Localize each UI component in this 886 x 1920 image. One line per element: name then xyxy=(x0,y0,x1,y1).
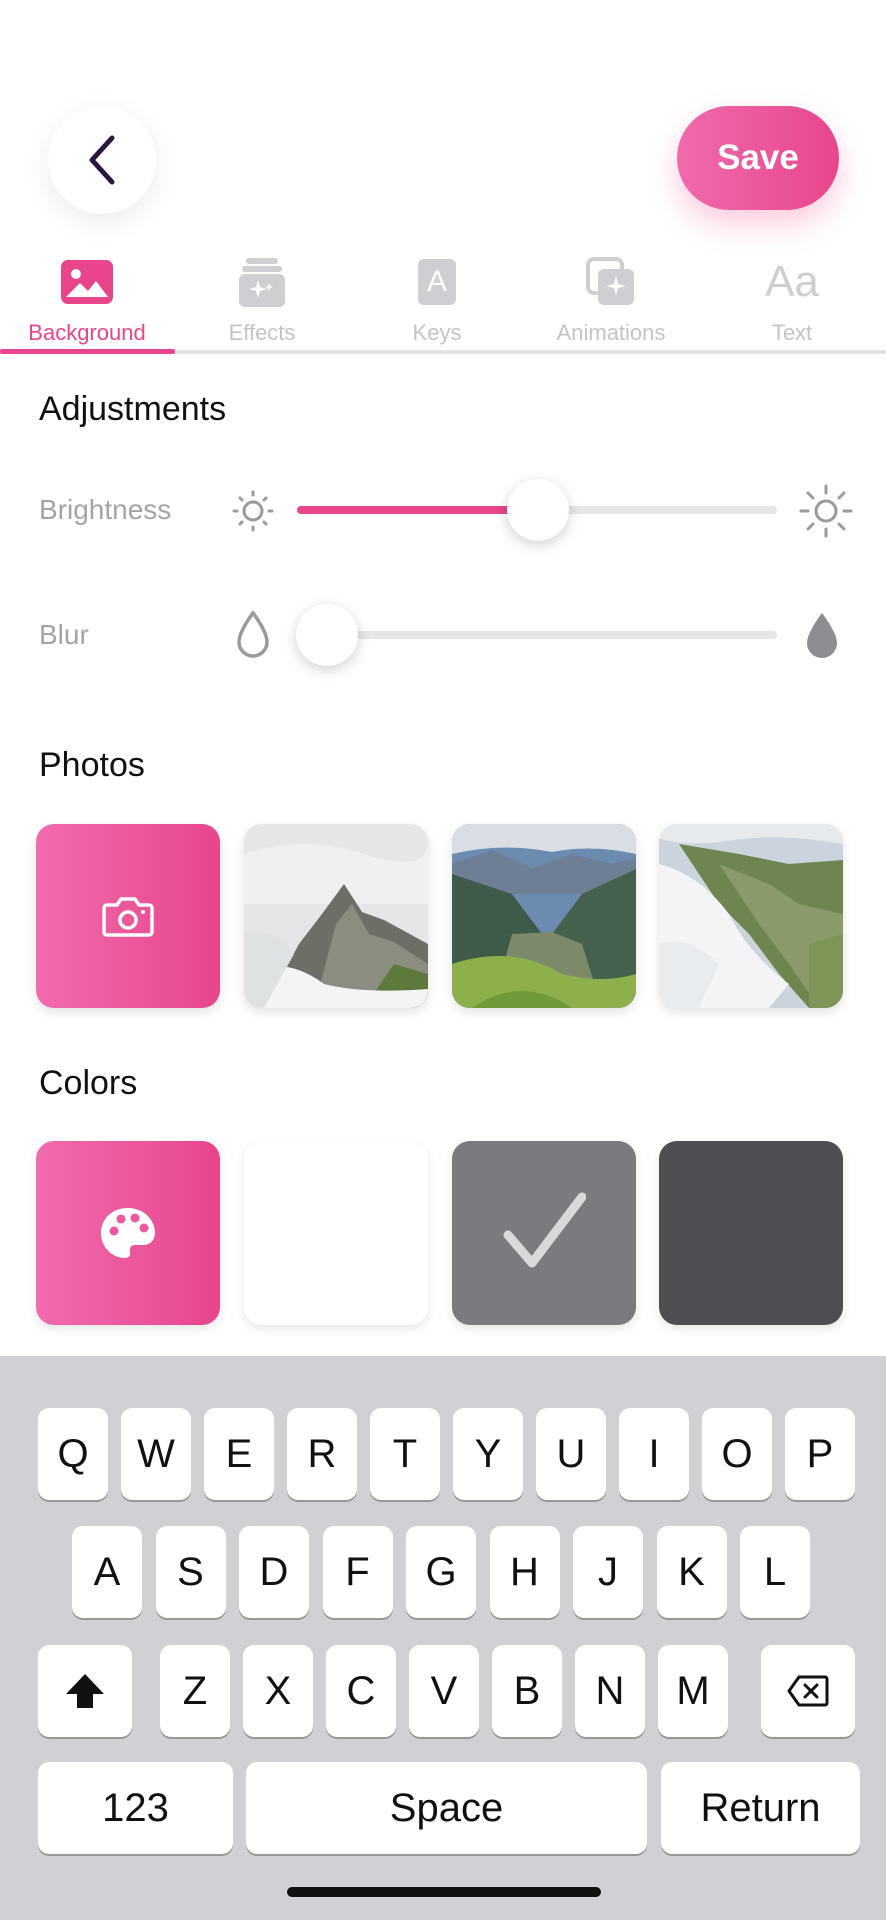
key-n[interactable]: N xyxy=(575,1645,645,1737)
key-p[interactable]: P xyxy=(785,1408,855,1500)
photo-thumbnail[interactable] xyxy=(452,824,636,1008)
key-w[interactable]: W xyxy=(121,1408,191,1500)
numbers-key[interactable]: 123 xyxy=(38,1762,233,1854)
colors-heading: Colors xyxy=(39,1064,138,1102)
key-k[interactable]: K xyxy=(656,1526,727,1618)
animations-icon xyxy=(583,256,639,308)
tab-label: Effects xyxy=(228,320,296,345)
home-indicator xyxy=(287,1887,601,1897)
checkmark-icon xyxy=(503,1192,586,1268)
delete-icon xyxy=(787,1675,829,1707)
effects-icon xyxy=(234,256,290,308)
key-z[interactable]: Z xyxy=(160,1645,230,1737)
backspace-key[interactable] xyxy=(761,1645,855,1737)
photo-thumbnail[interactable] xyxy=(244,824,428,1008)
key-b[interactable]: B xyxy=(492,1645,562,1737)
shift-arrow-icon xyxy=(66,1674,104,1708)
key-a[interactable]: A xyxy=(72,1526,142,1618)
key-j[interactable]: J xyxy=(573,1526,643,1618)
text-aa-icon: Aa xyxy=(764,256,820,308)
key-g[interactable]: G xyxy=(406,1526,476,1618)
key-letter-icon: A xyxy=(409,256,465,308)
color-swatch-dark-gray[interactable] xyxy=(659,1141,843,1325)
back-button[interactable] xyxy=(48,106,156,214)
key-e[interactable]: E xyxy=(204,1408,274,1500)
shift-key[interactable] xyxy=(38,1645,132,1737)
brightness-low-icon xyxy=(232,490,274,532)
key-t[interactable]: T xyxy=(370,1408,440,1500)
brightness-label: Brightness xyxy=(39,494,172,525)
palette-icon xyxy=(101,1208,155,1258)
photos-heading: Photos xyxy=(39,746,145,784)
key-q[interactable]: Q xyxy=(38,1408,108,1500)
key-u[interactable]: U xyxy=(536,1408,606,1500)
blur-high-icon xyxy=(807,613,837,658)
mountain-fog-photo xyxy=(244,824,428,1008)
return-key[interactable]: Return xyxy=(661,1762,860,1854)
tab-animations[interactable]: Animations xyxy=(526,256,696,346)
save-button[interactable]: Save xyxy=(677,106,839,210)
brightness-high-icon xyxy=(799,484,853,538)
tab-effects[interactable]: Effects xyxy=(177,256,347,346)
blur-slider-thumb[interactable] xyxy=(296,604,358,666)
tab-label: Keys xyxy=(412,320,462,345)
custom-color-button[interactable] xyxy=(36,1141,220,1325)
key-f[interactable]: F xyxy=(322,1526,393,1618)
color-swatch-white[interactable] xyxy=(244,1141,428,1325)
text-glyph: Aa xyxy=(765,257,819,306)
blur-low-icon xyxy=(237,610,269,658)
key-glyph: A xyxy=(418,259,456,305)
brightness-slider-thumb[interactable] xyxy=(507,479,569,541)
blur-label: Blur xyxy=(39,619,89,650)
tab-active-indicator xyxy=(0,349,175,354)
add-photo-button[interactable] xyxy=(36,824,220,1008)
key-r[interactable]: R xyxy=(287,1408,357,1500)
key-h[interactable]: H xyxy=(489,1526,560,1618)
color-swatch-gray[interactable] xyxy=(452,1141,636,1325)
key-i[interactable]: I xyxy=(619,1408,689,1500)
key-x[interactable]: X xyxy=(243,1645,313,1737)
key-m[interactable]: M xyxy=(658,1645,728,1737)
tab-label: Background xyxy=(28,320,146,345)
tab-background[interactable]: Background xyxy=(2,256,172,346)
key-v[interactable]: V xyxy=(409,1645,479,1737)
key-l[interactable]: L xyxy=(740,1526,810,1618)
key-s[interactable]: S xyxy=(155,1526,226,1618)
valley-photo xyxy=(452,824,636,1008)
blur-slider[interactable] xyxy=(297,631,777,639)
tab-keys[interactable]: A Keys xyxy=(352,256,522,346)
tab-text[interactable]: Aa Text xyxy=(707,256,877,346)
tab-label: Animations xyxy=(556,320,666,345)
ridge-clouds-photo xyxy=(659,824,843,1008)
chevron-left-icon xyxy=(89,135,115,185)
key-c[interactable]: C xyxy=(326,1645,396,1737)
photo-thumbnail[interactable] xyxy=(659,824,843,1008)
camera-icon xyxy=(102,897,154,937)
image-icon xyxy=(59,256,115,308)
adjustments-heading: Adjustments xyxy=(39,390,227,428)
tab-label: Text xyxy=(771,320,813,345)
brightness-fill xyxy=(297,506,537,514)
key-y[interactable]: Y xyxy=(453,1408,523,1500)
key-o[interactable]: O xyxy=(702,1408,772,1500)
space-key[interactable]: Space xyxy=(246,1762,647,1854)
key-d[interactable]: D xyxy=(239,1526,309,1618)
